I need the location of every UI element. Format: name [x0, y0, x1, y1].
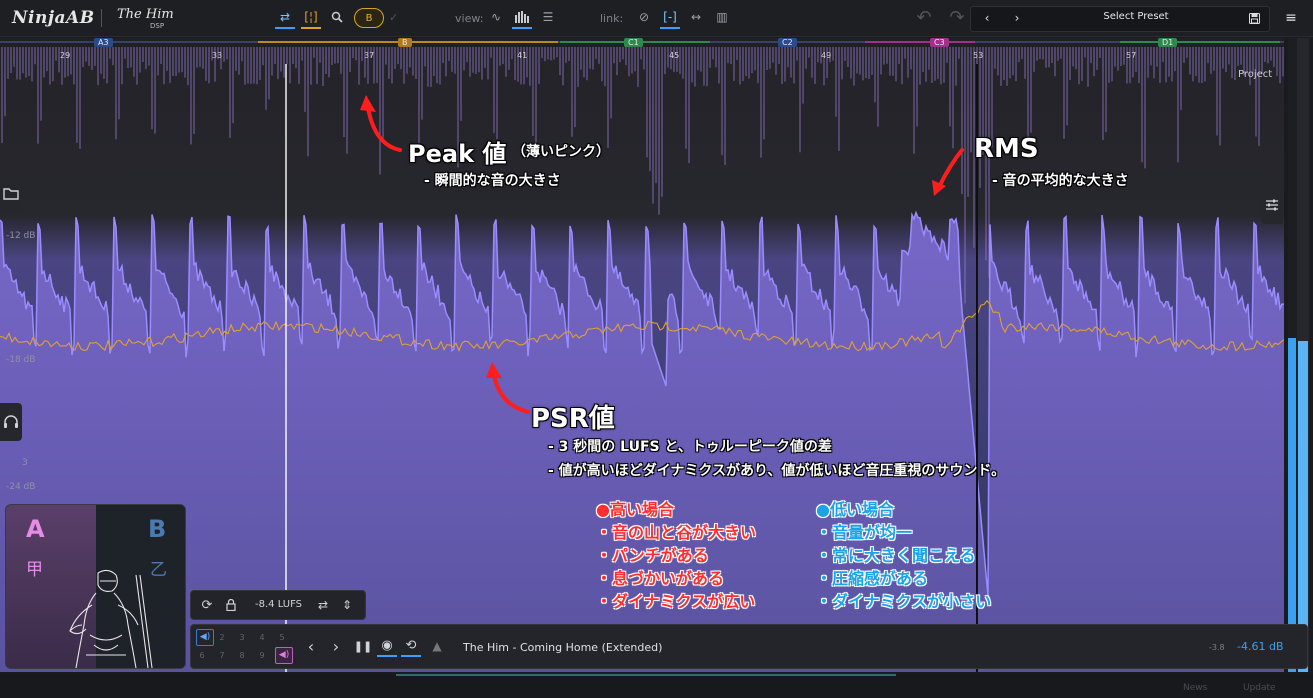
pause-icon[interactable]: ❚❚	[353, 636, 373, 656]
a-kanji: 甲	[26, 560, 43, 580]
speaker-b-icon[interactable]: ◀)	[275, 647, 293, 664]
psr-description-1: - 3 秒間の LUFS と、トゥルーピーク値の差	[548, 439, 832, 455]
slot-number[interactable]: 4	[257, 633, 267, 642]
sync-icon[interactable]: ⟳	[197, 595, 217, 615]
ninja-illustration	[69, 569, 153, 668]
slot-number[interactable]: 5	[277, 633, 287, 642]
slot-number[interactable]: 2	[217, 633, 227, 642]
high-case-item: ・パンチがある	[596, 546, 709, 565]
low-case-item: ・音量が均一	[816, 523, 913, 542]
slot-number[interactable]: 6	[197, 651, 207, 660]
next-track-icon[interactable]: ›	[326, 636, 346, 656]
peak-description: - 瞬間的な音の大きさ	[424, 173, 561, 189]
b-label: B	[148, 515, 167, 543]
high-case-title: ●高い場合	[596, 500, 674, 519]
eye-icon[interactable]: ◉	[377, 635, 397, 657]
rms-description: - 音の平均的な大きさ	[992, 173, 1129, 189]
loop-icon[interactable]: ⟲	[401, 635, 421, 657]
lufs-value: -8.4 LUFS	[255, 599, 303, 610]
low-case-list: ●低い場合 ・音量が均一 ・常に大きく聞こえる ・圧縮感がある ・ダイナミクスが…	[816, 498, 991, 613]
a-label: A	[26, 515, 45, 543]
rms-arrow	[938, 148, 964, 187]
psr-description-2: - 値が高いほどダイナミクスがあり、値が低いほど音圧重視のサウンド。	[548, 463, 1006, 479]
psr-arrow	[492, 373, 530, 414]
low-case-item: ・ダイナミクスが小さい	[816, 592, 992, 611]
high-case-item: ・息づかいがある	[596, 569, 725, 588]
db-small: -3.8	[1209, 643, 1225, 652]
footer-bar: News Update	[0, 674, 1313, 698]
high-case-item: ・音の山と谷が大きい	[596, 523, 757, 542]
ab-card[interactable]: A 甲 B 乙	[5, 504, 186, 669]
scroll-indicator[interactable]	[396, 674, 896, 676]
prev-track-icon[interactable]: ‹	[301, 636, 321, 656]
track-title: The Him - Coming Home (Extended)	[463, 641, 663, 654]
low-case-item: ・圧縮感がある	[816, 569, 929, 588]
speaker-icon[interactable]: ◀)	[196, 629, 214, 646]
peak-subtitle: （薄いピンク）	[512, 144, 610, 160]
slot-number[interactable]: 9	[257, 651, 267, 660]
low-case-item: ・常に大きく聞こえる	[816, 546, 976, 565]
update-link[interactable]: Update	[1243, 683, 1276, 693]
db-value: -4.61 dB	[1237, 640, 1284, 653]
psr-title: PSR値	[531, 404, 615, 434]
swap-lufs-icon[interactable]: ⇄	[313, 595, 333, 615]
rms-title: RMS	[974, 134, 1039, 164]
metronome-icon[interactable]: ▲	[427, 636, 447, 656]
news-link[interactable]: News	[1183, 683, 1207, 693]
transport-bar: ◀) 2 3 4 5 6 7 8 9 ◀) ‹ › ❚❚ ◉ ⟲ ▲ The H…	[190, 624, 1308, 669]
slot-number[interactable]: 7	[217, 651, 227, 660]
low-case-title: ●低い場合	[816, 500, 894, 519]
high-case-list: ●高い場合 ・音の山と谷が大きい ・パンチがある ・息づかいがある ・ダイナミク…	[596, 498, 756, 613]
high-case-item: ・ダイナミクスが広い	[596, 592, 756, 611]
fit-icon[interactable]: ⇕	[337, 595, 357, 615]
peak-arrow	[366, 106, 402, 152]
lufs-bar: ⟳ -8.4 LUFS ⇄ ⇕	[190, 590, 366, 620]
lock-icon[interactable]	[221, 595, 241, 615]
slot-number[interactable]: 8	[237, 651, 247, 660]
peak-title: Peak 値	[408, 140, 507, 168]
slot-number[interactable]: 3	[237, 633, 247, 642]
